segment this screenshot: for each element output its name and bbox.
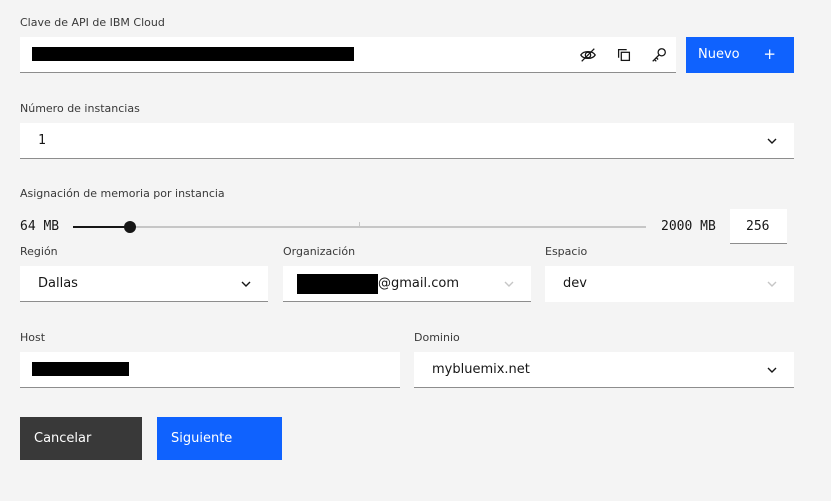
- domain-value: mybluemix.net: [432, 362, 530, 377]
- memory-slider[interactable]: [73, 220, 646, 234]
- organization-value: @gmail.com: [378, 276, 460, 291]
- next-label: Siguiente: [171, 431, 233, 446]
- organization-label: Organización: [283, 245, 356, 258]
- host-label: Host: [20, 331, 46, 344]
- space-label: Espacio: [545, 245, 588, 258]
- chevron-down-icon: [767, 281, 777, 287]
- new-api-key-button[interactable]: Nuevo +: [686, 37, 794, 73]
- api-key-label: Clave de API de IBM Cloud: [20, 16, 165, 29]
- instances-label: Número de instancias: [20, 102, 140, 115]
- space-select[interactable]: dev: [545, 266, 794, 302]
- region-select[interactable]: Dallas: [20, 266, 268, 302]
- cancel-label: Cancelar: [34, 431, 92, 446]
- chevron-down-icon: [241, 281, 251, 287]
- domain-select[interactable]: mybluemix.net: [414, 352, 794, 388]
- memory-max-label: 2000 MB: [661, 219, 716, 234]
- api-key-input[interactable]: [20, 37, 570, 73]
- add-icon: +: [763, 45, 776, 63]
- slider-track: [73, 226, 646, 228]
- chevron-down-icon: [504, 281, 514, 287]
- region-value: Dallas: [38, 276, 78, 291]
- instances-select[interactable]: 1: [20, 123, 794, 159]
- memory-value-input[interactable]: 256: [730, 209, 787, 244]
- host-input[interactable]: [20, 352, 400, 388]
- slider-thumb[interactable]: [123, 221, 136, 233]
- slider-midpoint-tick: [359, 222, 360, 226]
- new-api-key-label: Nuevo: [698, 47, 740, 62]
- copy-icon[interactable]: [607, 38, 641, 72]
- memory-min-label: 64 MB: [20, 219, 60, 234]
- chevron-down-icon: [767, 367, 777, 373]
- organization-redacted-value: [297, 274, 378, 294]
- slider-filled-track: [73, 226, 130, 228]
- instances-value: 1: [38, 133, 46, 148]
- chevron-down-icon: [767, 138, 777, 144]
- host-redacted-value: [32, 362, 129, 376]
- memory-label: Asignación de memoria por instancia: [20, 187, 225, 200]
- organization-select[interactable]: @gmail.com: [283, 266, 531, 302]
- cancel-button[interactable]: Cancelar: [20, 417, 142, 460]
- domain-label: Dominio: [414, 331, 460, 344]
- region-label: Región: [20, 245, 58, 258]
- space-value: dev: [563, 276, 587, 291]
- next-button[interactable]: Siguiente: [157, 417, 282, 460]
- memory-value: 256: [746, 219, 770, 234]
- api-key-redacted-value: [32, 47, 354, 61]
- eye-slash-icon[interactable]: [571, 38, 605, 72]
- key-icon[interactable]: [642, 38, 676, 72]
